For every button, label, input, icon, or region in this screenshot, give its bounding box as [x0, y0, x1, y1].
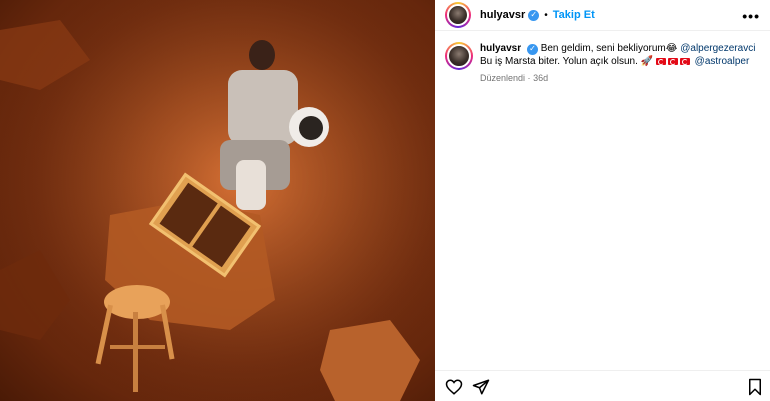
rocket-emoji-icon: 🚀 [640, 56, 654, 67]
laughing-emoji-icon: 😂 [665, 43, 678, 54]
post-age[interactable]: 36d [533, 73, 548, 83]
post-side-panel: hulyavsr ✓ • Takip Et ••• hulyavsr ✓ Ben… [435, 0, 770, 401]
turkey-flag-icon [679, 57, 690, 66]
share-icon[interactable] [472, 378, 490, 396]
caption-meta: Düzenlendi · 36d [480, 72, 755, 85]
header-separator: • [544, 9, 548, 21]
caption-text-2: Bu iş Marsta biter. Yolun açık olsun. [480, 56, 638, 67]
edited-label: Düzenlendi [480, 73, 526, 83]
mention-link[interactable]: @astroalper [695, 56, 750, 67]
more-options-icon[interactable]: ••• [742, 8, 760, 24]
turkey-flag-icon [667, 57, 678, 66]
caption-avatar[interactable] [445, 42, 473, 70]
verified-badge-icon: ✓ [526, 43, 538, 55]
bookmark-icon[interactable] [746, 378, 764, 396]
caption: hulyavsr ✓ Ben geldim, seni bekliyorum😂 … [445, 42, 763, 85]
caption-body: hulyavsr ✓ Ben geldim, seni bekliyorum😂 … [480, 42, 755, 85]
avatar[interactable] [445, 2, 471, 28]
post-image[interactable] [0, 0, 435, 401]
verified-badge-icon: ✓ [528, 9, 540, 21]
caption-text-1: Ben geldim, seni bekliyorum [540, 43, 666, 54]
follow-button[interactable]: Takip Et [553, 9, 595, 21]
action-bar [435, 370, 770, 401]
meta-separator: · [527, 73, 531, 83]
mention-link[interactable]: @alpergezeravci [680, 43, 755, 54]
author-username[interactable]: hulyavsr [480, 9, 525, 21]
turkey-flag-icon [655, 57, 666, 66]
mars-scene-illustration [0, 0, 435, 401]
heart-icon[interactable] [445, 378, 463, 396]
caption-username[interactable]: hulyavsr [480, 43, 521, 54]
post-header: hulyavsr ✓ • Takip Et ••• [435, 0, 770, 31]
